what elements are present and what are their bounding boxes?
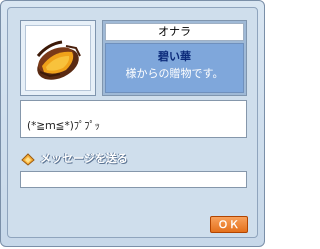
send-message-link[interactable]: メッセージを送る bbox=[20, 150, 128, 166]
gift-message-text: (*≧ｍ≦*)ﾌﾟﾌﾟｯ bbox=[27, 120, 101, 132]
gift-title: 碧い華 bbox=[158, 50, 191, 63]
gift-info-box: オナラ 碧い華 様からの贈物です。 bbox=[102, 20, 247, 96]
gift-message-box: (*≧ｍ≦*)ﾌﾟﾌﾟｯ bbox=[20, 100, 247, 138]
roasted-sweet-potato-icon bbox=[36, 40, 81, 80]
send-message-label[interactable]: メッセージを送る bbox=[40, 150, 128, 166]
item-slot bbox=[20, 20, 96, 96]
item-slot-inner bbox=[25, 25, 91, 91]
reply-message-input[interactable] bbox=[20, 171, 247, 188]
ok-button[interactable]: ＯＫ bbox=[210, 216, 248, 233]
gift-message-window: オナラ 碧い華 様からの贈物です。 (*≧ｍ≦*)ﾌﾟﾌﾟｯ メッセージを送る … bbox=[0, 0, 265, 247]
sender-name: オナラ bbox=[105, 23, 244, 41]
diamond-arrow-icon bbox=[21, 153, 35, 166]
gift-description: 様からの贈物です。 bbox=[125, 67, 224, 80]
gift-panel: 碧い華 様からの贈物です。 bbox=[105, 43, 244, 93]
